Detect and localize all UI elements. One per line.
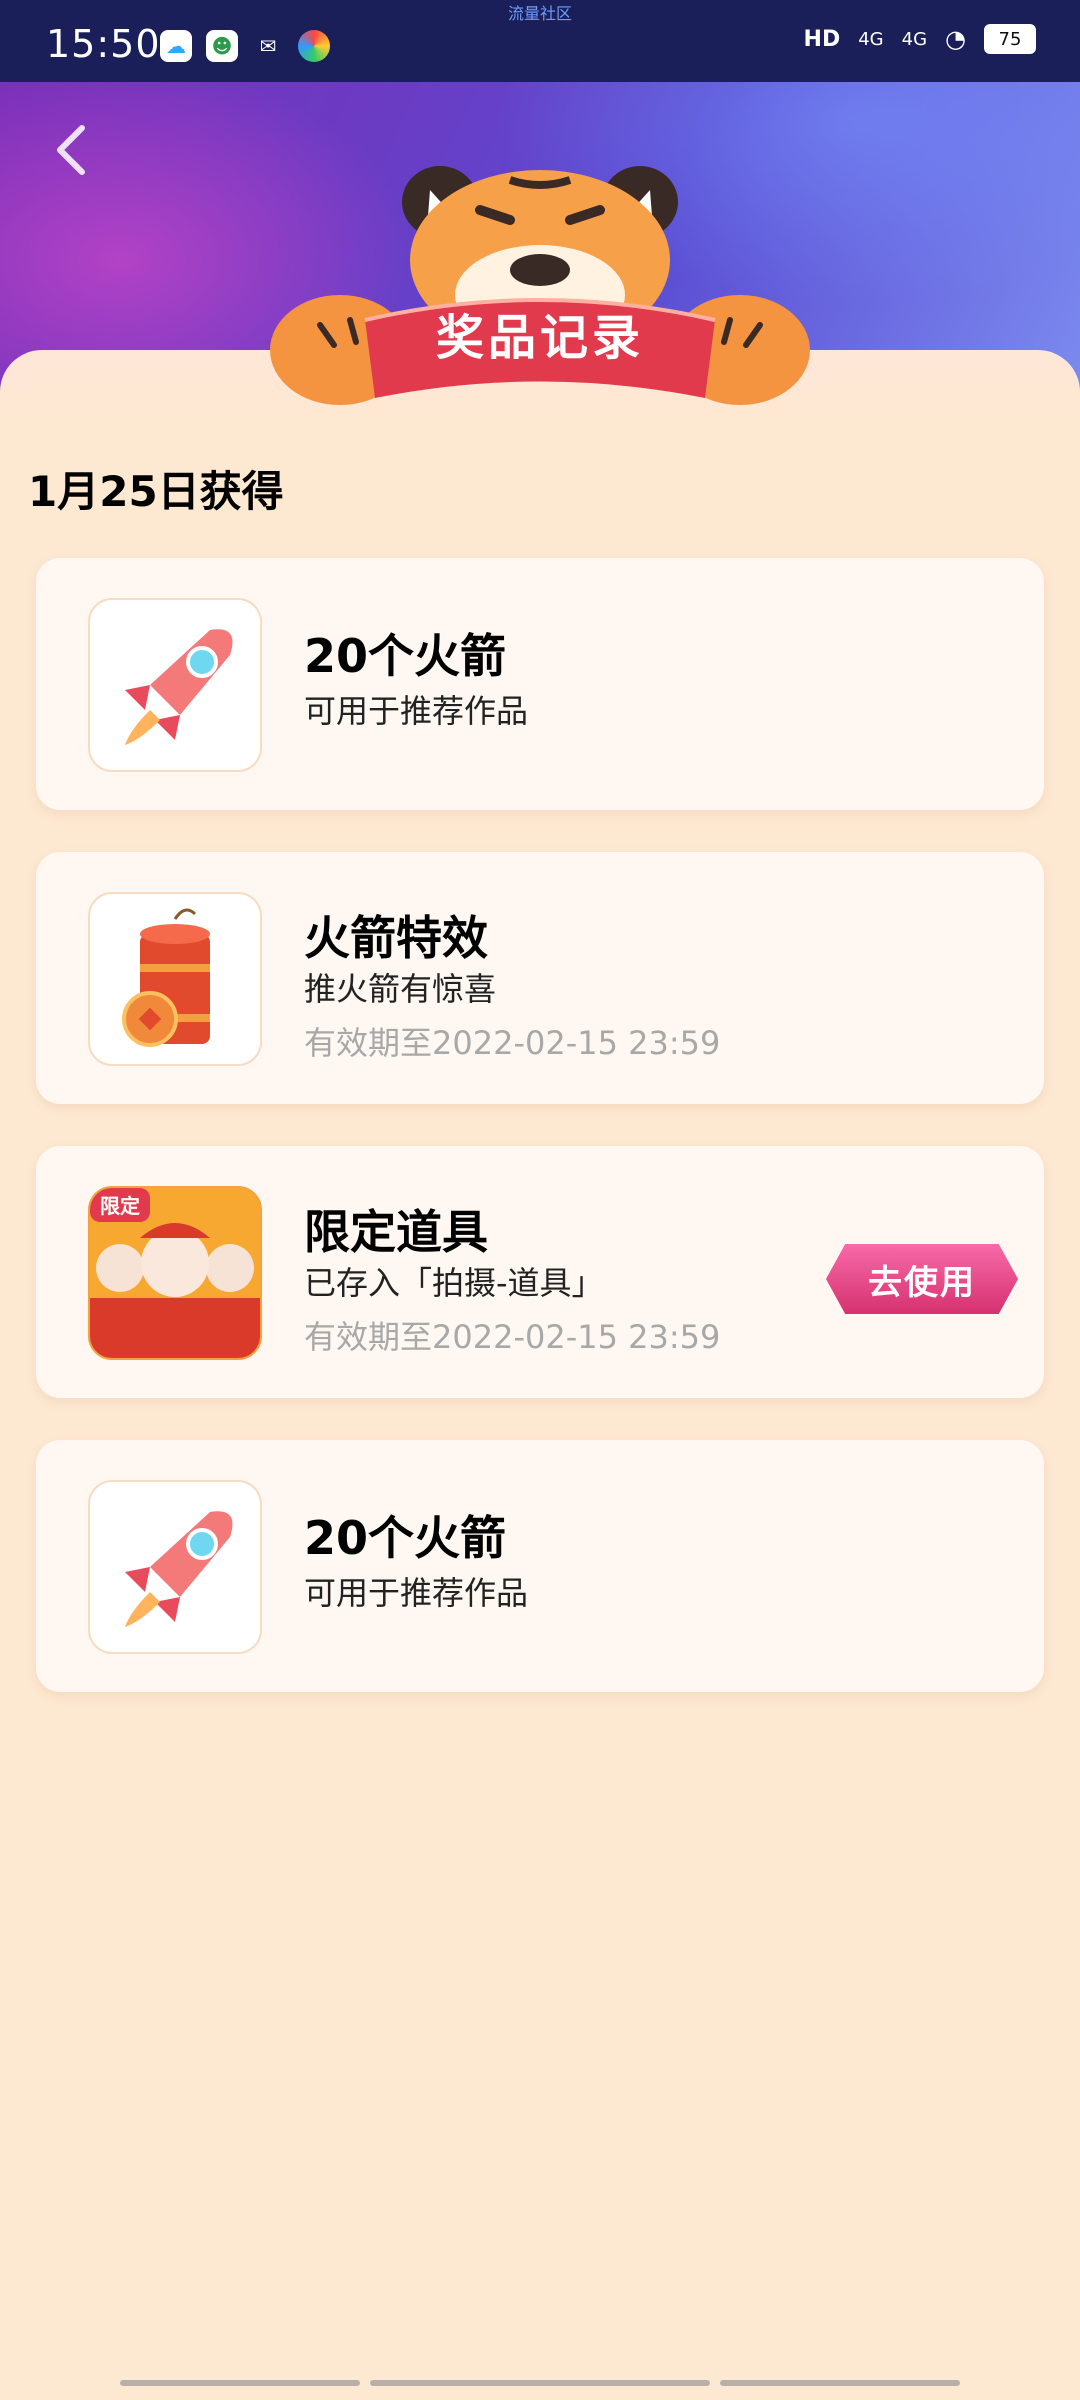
prize-description: 已存入「拍摄-道具」 [304, 1264, 604, 1302]
date-title: 1月25日获得 [28, 467, 284, 516]
status-time: 15:50 [46, 22, 161, 66]
banner-title: 奖品记录 [435, 310, 644, 366]
wechat-icon: ✉ [259, 34, 277, 58]
home-indicator[interactable] [120, 2380, 960, 2386]
prize-description: 可用于推荐作品 [304, 692, 529, 730]
use-button[interactable]: 去使用 [826, 1244, 1018, 1314]
firecracker-icon [122, 908, 210, 1047]
battery-icon: 75 [984, 24, 1036, 54]
rocket-icon [125, 629, 233, 745]
prize-description: 可用于推荐作品 [304, 1574, 529, 1612]
prize-title: 20个火箭 [304, 1511, 507, 1565]
wifi-icon: ◔ [945, 25, 966, 53]
limited-badge: 限定 [100, 1194, 140, 1218]
status-bar: 流量社区 15:50 ☁ ☻ ✉ HD 4G 4G ◔ 75 [0, 0, 1080, 82]
prize-card: 限定 限定道具 已存入「拍摄-道具」 有效期至2022-02-15 23:59 … [36, 1146, 1044, 1398]
prize-card: 20个火箭 可用于推荐作品 [36, 558, 1044, 810]
prize-description: 推火箭有惊喜 [304, 970, 497, 1008]
prize-thumbnail: 限定 [88, 1186, 262, 1360]
system-icons: HD 4G 4G ◔ 75 [804, 24, 1036, 54]
notification-icons: ☁ ☻ ✉ [160, 30, 330, 62]
colorful-app-icon [298, 30, 330, 62]
carrier-tag: 流量社区 [507, 4, 572, 23]
prize-title: 火箭特效 [304, 911, 488, 965]
props-icon: 限定 [90, 1188, 260, 1358]
hd-icon: HD [803, 26, 841, 52]
prize-thumbnail [88, 598, 262, 772]
prize-thumbnail [88, 1480, 262, 1654]
robot-app-icon: ☻ [206, 30, 238, 62]
signal-icon: 4G [858, 28, 884, 50]
signal-icon-2: 4G [901, 28, 928, 50]
cloud-app-icon: ☁ [160, 30, 192, 62]
back-button[interactable] [48, 120, 98, 180]
prize-expiry: 有效期至2022-02-15 23:59 [304, 1318, 721, 1356]
prize-title: 限定道具 [304, 1205, 488, 1259]
chevron-left-icon [57, 125, 85, 175]
rocket-icon [125, 1511, 233, 1627]
prize-card: 20个火箭 可用于推荐作品 [36, 1440, 1044, 1692]
prize-title: 20个火箭 [304, 629, 507, 683]
prize-card: 火箭特效 推火箭有惊喜 有效期至2022-02-15 23:59 [36, 852, 1044, 1104]
tiger-mascot-icon [270, 166, 810, 405]
prize-expiry: 有效期至2022-02-15 23:59 [304, 1024, 721, 1062]
prize-thumbnail [88, 892, 262, 1066]
